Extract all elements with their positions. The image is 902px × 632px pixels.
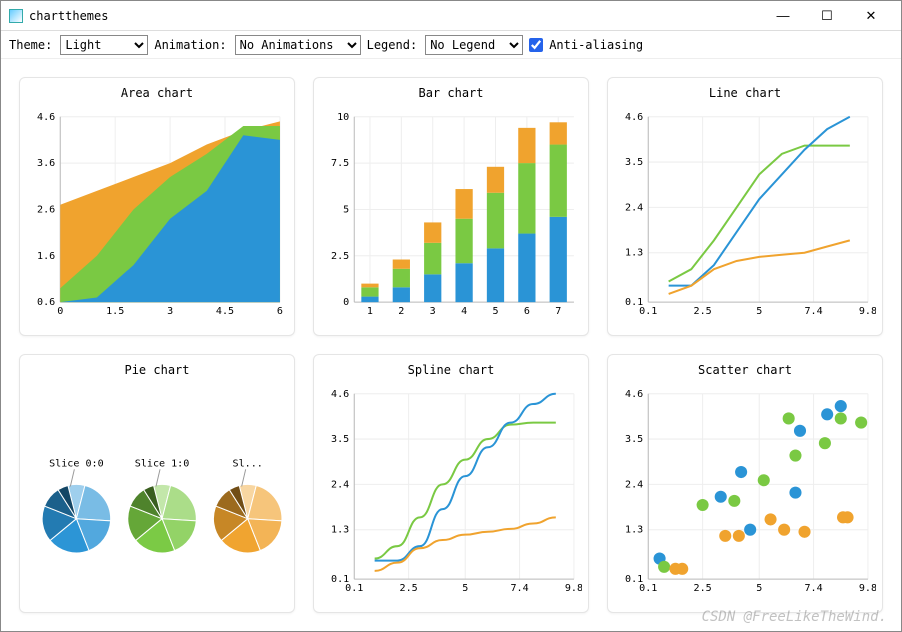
- spline-chart-card: Spline chart 0.12.557.49.80.11.32.43.54.…: [313, 354, 589, 613]
- svg-text:9.8: 9.8: [565, 583, 582, 594]
- svg-text:2: 2: [398, 306, 404, 317]
- pie-chart-card: Pie chart Slice 0:0 Slice 1:0 Sl...: [19, 354, 295, 613]
- svg-text:4.6: 4.6: [625, 389, 643, 400]
- svg-text:0.1: 0.1: [625, 574, 643, 585]
- pie-chart-plot: Slice 0:0 Slice 1:0 Sl...: [26, 381, 288, 606]
- svg-text:4.6: 4.6: [331, 389, 349, 400]
- svg-text:9.8: 9.8: [859, 583, 876, 594]
- scatter-chart-card: Scatter chart 0.12.557.49.80.11.32.43.54…: [607, 354, 883, 613]
- bar-chart-card: Bar chart 1 2 3 4 5 6 7 0 2.5 5 7.5 10: [313, 77, 589, 336]
- titlebar: chartthemes — ☐ ✕: [1, 1, 901, 31]
- antialias-checkbox[interactable]: [529, 38, 543, 52]
- svg-text:2.5: 2.5: [694, 306, 712, 317]
- line-chart-card: Line chart 0.12.557.49.80.11.32.43.54.6: [607, 77, 883, 336]
- svg-text:7.4: 7.4: [510, 583, 528, 594]
- svg-text:0: 0: [57, 306, 63, 317]
- svg-text:2.4: 2.4: [625, 202, 643, 213]
- svg-text:3.5: 3.5: [625, 157, 643, 168]
- scatter-chart-plot: 0.12.557.49.80.11.32.43.54.6: [614, 381, 876, 606]
- maximize-button[interactable]: ☐: [805, 2, 849, 30]
- minimize-button[interactable]: —: [761, 2, 805, 30]
- svg-text:2.5: 2.5: [400, 583, 418, 594]
- svg-text:2.6: 2.6: [37, 204, 55, 215]
- bar-chart-title: Bar chart: [320, 86, 582, 100]
- svg-text:2.4: 2.4: [331, 479, 349, 490]
- area-chart-title: Area chart: [26, 86, 288, 100]
- svg-text:5: 5: [343, 204, 349, 215]
- svg-text:7.4: 7.4: [804, 583, 822, 594]
- svg-text:2.5: 2.5: [331, 251, 349, 262]
- legend-select[interactable]: No Legend: [425, 35, 523, 55]
- scatter-chart-title: Scatter chart: [614, 363, 876, 377]
- svg-text:7.5: 7.5: [331, 158, 349, 169]
- svg-text:6: 6: [524, 306, 530, 317]
- line-chart-plot: 0.12.557.49.80.11.32.43.54.6: [614, 104, 876, 329]
- svg-text:3: 3: [430, 306, 436, 317]
- svg-text:0.1: 0.1: [331, 574, 349, 585]
- svg-text:5: 5: [462, 583, 468, 594]
- chart-grid: Area chart 0 1.5 3 4.5 6 0.6 1.6 2.6 3.6 4.6 Bar …: [1, 59, 901, 631]
- svg-text:4.6: 4.6: [625, 112, 643, 123]
- svg-text:10: 10: [337, 112, 349, 123]
- svg-text:Slice 1:0: Slice 1:0: [135, 458, 190, 469]
- svg-text:1: 1: [367, 306, 373, 317]
- svg-text:Slice 0:0: Slice 0:0: [49, 458, 104, 469]
- theme-label: Theme:: [9, 38, 52, 52]
- svg-text:7: 7: [555, 306, 561, 317]
- app-icon: [9, 9, 23, 23]
- svg-text:0: 0: [343, 297, 349, 308]
- pie-chart-title: Pie chart: [26, 363, 288, 377]
- svg-text:0.6: 0.6: [37, 297, 55, 308]
- svg-text:2.5: 2.5: [694, 583, 712, 594]
- area-chart-card: Area chart 0 1.5 3 4.5 6 0.6 1.6 2.6 3.6 4.6: [19, 77, 295, 336]
- svg-text:7.4: 7.4: [804, 306, 822, 317]
- window-title: chartthemes: [29, 9, 761, 23]
- svg-text:Sl...: Sl...: [233, 458, 263, 469]
- svg-text:3.5: 3.5: [331, 434, 349, 445]
- svg-text:5: 5: [492, 306, 498, 317]
- svg-text:4.6: 4.6: [37, 112, 55, 123]
- svg-text:1.3: 1.3: [331, 525, 349, 536]
- svg-text:4: 4: [461, 306, 467, 317]
- svg-text:0.1: 0.1: [625, 297, 643, 308]
- svg-text:1.3: 1.3: [625, 525, 643, 536]
- svg-text:6: 6: [277, 306, 283, 317]
- svg-text:5: 5: [756, 583, 762, 594]
- svg-text:1.5: 1.5: [106, 306, 124, 317]
- antialias-label: Anti-aliasing: [549, 38, 643, 52]
- svg-text:4.5: 4.5: [216, 306, 234, 317]
- svg-text:3.5: 3.5: [625, 434, 643, 445]
- bar-chart-plot: 1 2 3 4 5 6 7 0 2.5 5 7.5 10: [320, 104, 582, 329]
- area-chart-plot: 0 1.5 3 4.5 6 0.6 1.6 2.6 3.6 4.6: [26, 104, 288, 329]
- svg-text:5: 5: [756, 306, 762, 317]
- animation-label: Animation:: [154, 38, 226, 52]
- svg-text:3.6: 3.6: [37, 158, 55, 169]
- svg-text:2.4: 2.4: [625, 479, 643, 490]
- line-chart-title: Line chart: [614, 86, 876, 100]
- svg-text:1.6: 1.6: [37, 251, 55, 262]
- spline-chart-plot: 0.12.557.49.80.11.32.43.54.6: [320, 381, 582, 606]
- svg-text:1.3: 1.3: [625, 248, 643, 259]
- theme-select[interactable]: Light: [60, 35, 148, 55]
- svg-text:3: 3: [167, 306, 173, 317]
- legend-label: Legend:: [367, 38, 418, 52]
- app-window: chartthemes — ☐ ✕ Theme: Light Animation…: [0, 0, 902, 632]
- toolbar: Theme: Light Animation: No Animations Le…: [1, 31, 901, 59]
- spline-chart-title: Spline chart: [320, 363, 582, 377]
- animation-select[interactable]: No Animations: [235, 35, 361, 55]
- svg-text:9.8: 9.8: [859, 306, 876, 317]
- close-button[interactable]: ✕: [849, 2, 893, 30]
